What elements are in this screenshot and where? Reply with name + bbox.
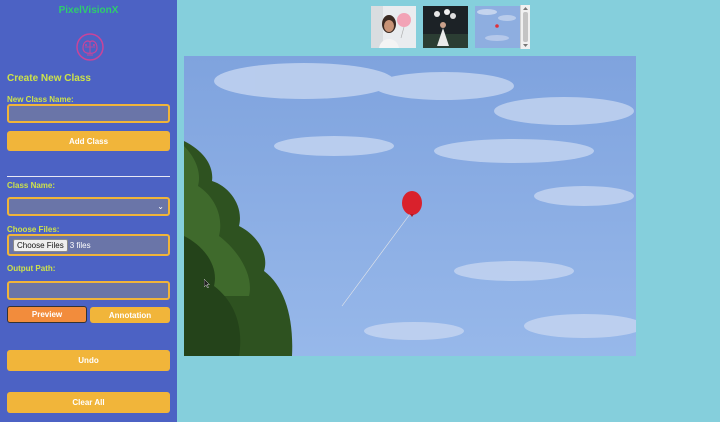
class-name-label: Class Name: bbox=[7, 181, 56, 190]
thumbnail-scrollbar[interactable] bbox=[520, 5, 530, 49]
new-class-name-input[interactable] bbox=[7, 104, 170, 123]
divider bbox=[7, 176, 170, 177]
output-path-label: Output Path: bbox=[7, 264, 56, 273]
files-selected-count: 3 files bbox=[69, 240, 91, 250]
thumbnail-strip bbox=[369, 5, 529, 49]
new-class-name-label: New Class Name: bbox=[7, 95, 74, 104]
red-balloon bbox=[402, 191, 422, 215]
thumbnail-person-balloons[interactable] bbox=[423, 6, 468, 48]
undo-button[interactable]: Undo bbox=[7, 350, 170, 371]
annotation-button[interactable]: Annotation bbox=[90, 307, 170, 323]
preview-button[interactable]: Preview bbox=[7, 306, 87, 323]
thumbnail-red-balloon-sky[interactable] bbox=[475, 6, 520, 48]
choose-files-label: Choose Files: bbox=[7, 225, 60, 234]
choose-files-button[interactable]: Choose Files bbox=[13, 238, 68, 252]
mouse-pointer-icon bbox=[204, 279, 210, 288]
sidebar: PixelVisionX Create New Class New Class … bbox=[0, 0, 177, 422]
clear-all-button[interactable]: Clear All bbox=[7, 392, 170, 413]
brain-circuit-logo-icon bbox=[76, 33, 104, 61]
create-class-heading: Create New Class bbox=[7, 73, 91, 84]
add-class-button[interactable]: Add Class bbox=[7, 131, 170, 151]
thumbnail-girl-pink-balloon[interactable] bbox=[371, 6, 416, 48]
output-path-input[interactable] bbox=[7, 281, 170, 300]
chevron-down-icon: ⌄ bbox=[157, 202, 164, 211]
file-input[interactable]: Choose Files 3 files bbox=[7, 234, 170, 256]
app-title: PixelVisionX bbox=[58, 5, 119, 16]
class-name-select[interactable]: ⌄ bbox=[7, 197, 170, 216]
main-image-viewer[interactable] bbox=[184, 56, 636, 356]
